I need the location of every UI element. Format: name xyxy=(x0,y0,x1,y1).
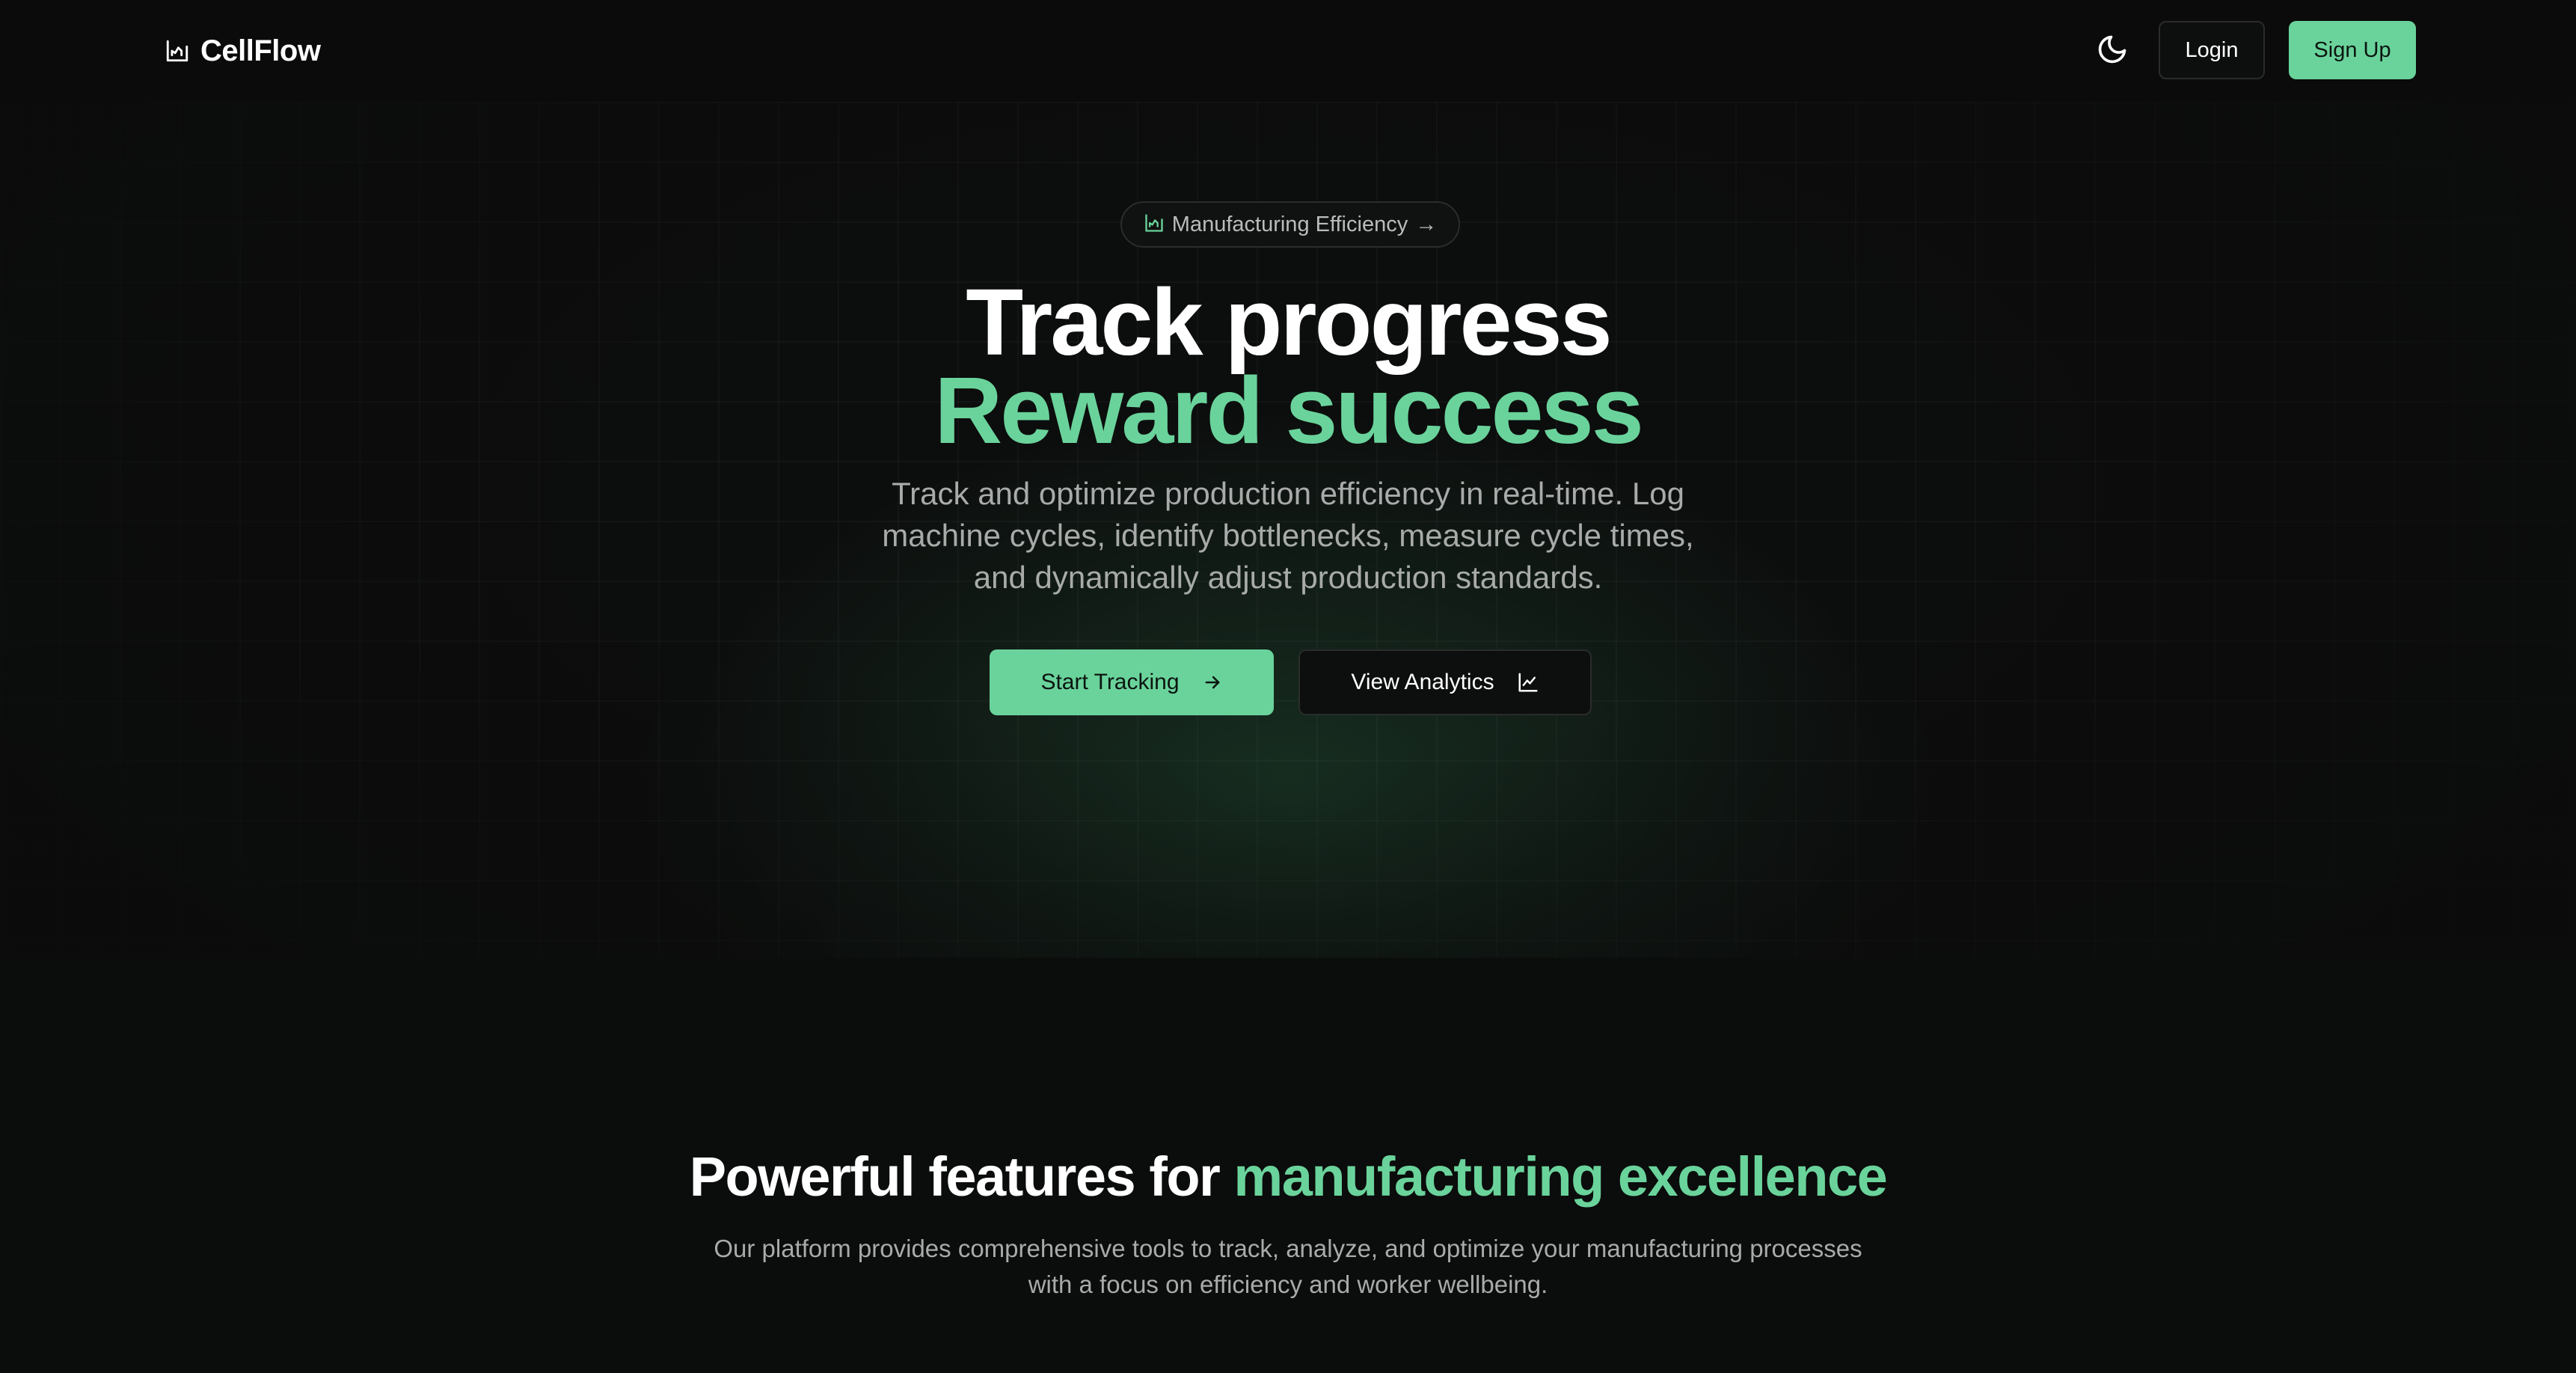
signup-button[interactable]: Sign Up xyxy=(2289,21,2416,79)
features-heading-part1: Powerful features for xyxy=(689,1146,1234,1208)
view-analytics-button[interactable]: View Analytics xyxy=(1298,649,1592,715)
hero-title-line-2: Reward success xyxy=(934,358,1644,463)
hero-section: Manufacturing Efficiency → Track progres… xyxy=(0,102,2576,958)
top-navbar: CellFlow Login Sign Up xyxy=(0,0,2576,102)
brand-logo[interactable]: CellFlow xyxy=(165,30,321,72)
login-button[interactable]: Login xyxy=(2159,21,2265,79)
theme-toggle-button[interactable] xyxy=(2093,30,2132,72)
line-chart-icon xyxy=(1517,671,1539,694)
arrow-right-icon: → xyxy=(1415,212,1438,236)
badge-label: Manufacturing Efficiency xyxy=(1171,212,1408,236)
manufacturing-efficiency-badge[interactable]: Manufacturing Efficiency → xyxy=(1120,201,1460,248)
chart-icon xyxy=(1144,212,1165,237)
hero-subtitle: Track and optimize production efficiency… xyxy=(882,476,1694,595)
features-heading-accent: manufacturing excellence xyxy=(1233,1146,1887,1208)
arrow-right-icon xyxy=(1202,672,1223,693)
features-heading: Powerful features for manufacturing exce… xyxy=(0,1143,2576,1211)
brand-name: CellFlow xyxy=(200,34,321,67)
features-subtitle: Our platform provides comprehensive tool… xyxy=(714,1235,1862,1298)
start-tracking-button[interactable]: Start Tracking xyxy=(990,649,1274,715)
view-analytics-label: View Analytics xyxy=(1351,670,1494,694)
chart-icon xyxy=(165,38,190,64)
moon-icon xyxy=(2096,33,2129,70)
start-tracking-label: Start Tracking xyxy=(1040,670,1180,694)
hero-title-line-1: Track progress xyxy=(966,269,1612,375)
